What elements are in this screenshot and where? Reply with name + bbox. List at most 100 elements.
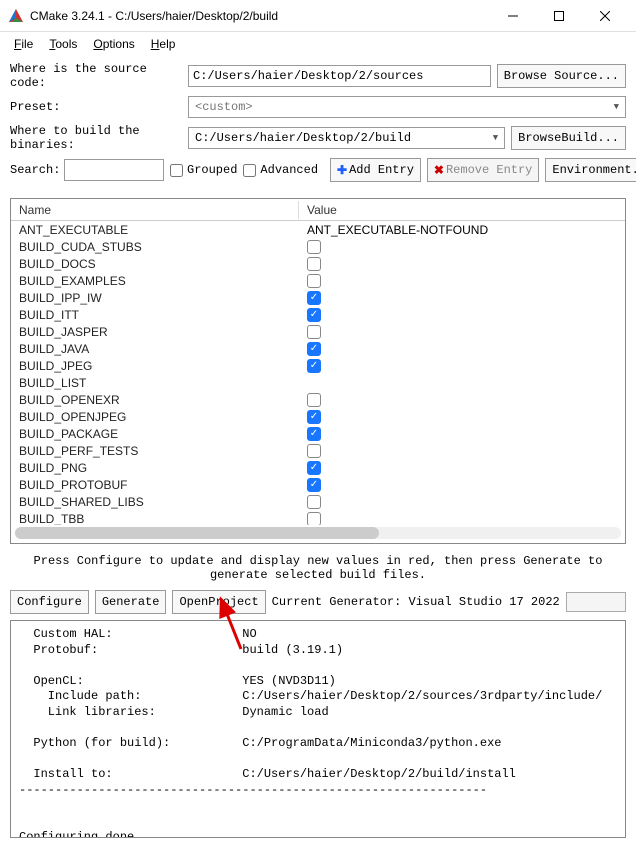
menu-help[interactable]: Help — [145, 35, 182, 53]
cell-value[interactable] — [299, 495, 625, 509]
cell-value[interactable] — [299, 427, 625, 441]
cell-value[interactable] — [299, 342, 625, 356]
grouped-checkbox[interactable]: Grouped — [170, 163, 237, 177]
cell-name: BUILD_SHARED_LIBS — [11, 495, 299, 509]
menu-file[interactable]: File — [8, 35, 39, 53]
cell-name: BUILD_PERF_TESTS — [11, 444, 299, 458]
preset-combo[interactable]: <custom>▼ — [188, 96, 626, 118]
checkbox[interactable] — [307, 495, 321, 509]
checkbox[interactable] — [307, 427, 321, 441]
checkbox[interactable] — [307, 461, 321, 475]
table-row[interactable]: BUILD_SHARED_LIBS — [11, 493, 625, 510]
table-row[interactable]: BUILD_DOCS — [11, 255, 625, 272]
table-row[interactable]: BUILD_PERF_TESTS — [11, 442, 625, 459]
preset-label: Preset: — [10, 100, 182, 114]
output-log[interactable]: Custom HAL: NO Protobuf: build (3.19.1) … — [10, 620, 626, 838]
minimize-button[interactable] — [490, 0, 536, 32]
table-row[interactable]: BUILD_LIST — [11, 374, 625, 391]
table-row[interactable]: BUILD_EXAMPLES — [11, 272, 625, 289]
table-row[interactable]: BUILD_JPEG — [11, 357, 625, 374]
cell-name: ANT_EXECUTABLE — [11, 223, 299, 237]
cell-value[interactable] — [299, 240, 625, 254]
menu-tools[interactable]: Tools — [43, 35, 83, 53]
table-row[interactable]: BUILD_IPP_IW — [11, 289, 625, 306]
cell-name: BUILD_CUDA_STUBS — [11, 240, 299, 254]
generate-button[interactable]: Generate — [95, 590, 167, 614]
environment-button[interactable]: Environment... — [545, 158, 636, 182]
checkbox[interactable] — [307, 342, 321, 356]
checkbox[interactable] — [307, 512, 321, 526]
table-row[interactable]: ANT_EXECUTABLEANT_EXECUTABLE-NOTFOUND — [11, 221, 625, 238]
cell-value[interactable] — [299, 291, 625, 305]
window-title: CMake 3.24.1 - C:/Users/haier/Desktop/2/… — [30, 9, 490, 23]
chevron-down-icon: ▼ — [493, 133, 498, 143]
checkbox[interactable] — [307, 257, 321, 271]
cmake-icon — [8, 8, 24, 24]
browse-source-button[interactable]: Browse Source... — [497, 64, 626, 88]
plus-icon: ✚ — [337, 163, 347, 178]
remove-entry-button[interactable]: ✖Remove Entry — [427, 158, 539, 182]
checkbox[interactable] — [307, 393, 321, 407]
chevron-down-icon: ▼ — [614, 102, 619, 112]
table-row[interactable]: BUILD_PROTOBUF — [11, 476, 625, 493]
table-row[interactable]: BUILD_CUDA_STUBS — [11, 238, 625, 255]
cell-value[interactable] — [299, 308, 625, 322]
table-row[interactable]: BUILD_ITT — [11, 306, 625, 323]
binaries-label: Where to build the binaries: — [10, 124, 182, 152]
menu-options[interactable]: Options — [87, 35, 140, 53]
configure-button[interactable]: Configure — [10, 590, 89, 614]
h-scrollbar[interactable] — [15, 527, 621, 539]
cell-value[interactable] — [299, 393, 625, 407]
checkbox[interactable] — [307, 308, 321, 322]
search-label: Search: — [10, 163, 58, 177]
cell-value[interactable] — [299, 444, 625, 458]
close-button[interactable] — [582, 0, 628, 32]
table-row[interactable]: BUILD_JAVA — [11, 340, 625, 357]
cell-name: BUILD_ITT — [11, 308, 299, 322]
cell-name: BUILD_EXAMPLES — [11, 274, 299, 288]
maximize-button[interactable] — [536, 0, 582, 32]
checkbox[interactable] — [307, 274, 321, 288]
checkbox[interactable] — [307, 410, 321, 424]
checkbox[interactable] — [307, 478, 321, 492]
table-row[interactable]: BUILD_TBB — [11, 510, 625, 525]
source-input[interactable] — [188, 65, 491, 87]
checkbox[interactable] — [307, 240, 321, 254]
cell-value[interactable] — [299, 359, 625, 373]
cell-name: BUILD_OPENEXR — [11, 393, 299, 407]
binaries-combo[interactable]: C:/Users/haier/Desktop/2/build▼ — [188, 127, 505, 149]
add-entry-button[interactable]: ✚Add Entry — [330, 158, 421, 182]
progress-bar — [566, 592, 626, 612]
cell-value[interactable] — [299, 461, 625, 475]
cell-name: BUILD_JAVA — [11, 342, 299, 356]
cell-value[interactable] — [299, 274, 625, 288]
checkbox[interactable] — [307, 444, 321, 458]
cell-value[interactable] — [299, 325, 625, 339]
cell-value[interactable] — [299, 478, 625, 492]
checkbox[interactable] — [307, 359, 321, 373]
cell-value[interactable] — [299, 410, 625, 424]
col-name[interactable]: Name — [11, 201, 299, 219]
table-row[interactable]: BUILD_PNG — [11, 459, 625, 476]
menubar: File Tools Options Help — [0, 32, 636, 56]
advanced-checkbox[interactable]: Advanced — [243, 163, 318, 177]
checkbox[interactable] — [307, 325, 321, 339]
table-row[interactable]: BUILD_PACKAGE — [11, 425, 625, 442]
cell-name: BUILD_PROTOBUF — [11, 478, 299, 492]
cell-value[interactable] — [299, 512, 625, 526]
search-input[interactable] — [64, 159, 164, 181]
table-row[interactable]: BUILD_OPENEXR — [11, 391, 625, 408]
titlebar: CMake 3.24.1 - C:/Users/haier/Desktop/2/… — [0, 0, 636, 32]
checkbox[interactable] — [307, 291, 321, 305]
current-generator-label: Current Generator: Visual Studio 17 2022 — [272, 595, 560, 609]
table-row[interactable]: BUILD_OPENJPEG — [11, 408, 625, 425]
cell-value[interactable] — [299, 257, 625, 271]
browse-build-button[interactable]: Browse Build... — [511, 126, 626, 150]
col-value[interactable]: Value — [299, 201, 625, 219]
open-project-button[interactable]: Open Project — [172, 590, 265, 614]
cell-value[interactable]: ANT_EXECUTABLE-NOTFOUND — [299, 223, 625, 237]
cell-name: BUILD_IPP_IW — [11, 291, 299, 305]
cell-name: BUILD_OPENJPEG — [11, 410, 299, 424]
table-row[interactable]: BUILD_JASPER — [11, 323, 625, 340]
table-body[interactable]: ANT_EXECUTABLEANT_EXECUTABLE-NOTFOUNDBUI… — [11, 221, 625, 525]
